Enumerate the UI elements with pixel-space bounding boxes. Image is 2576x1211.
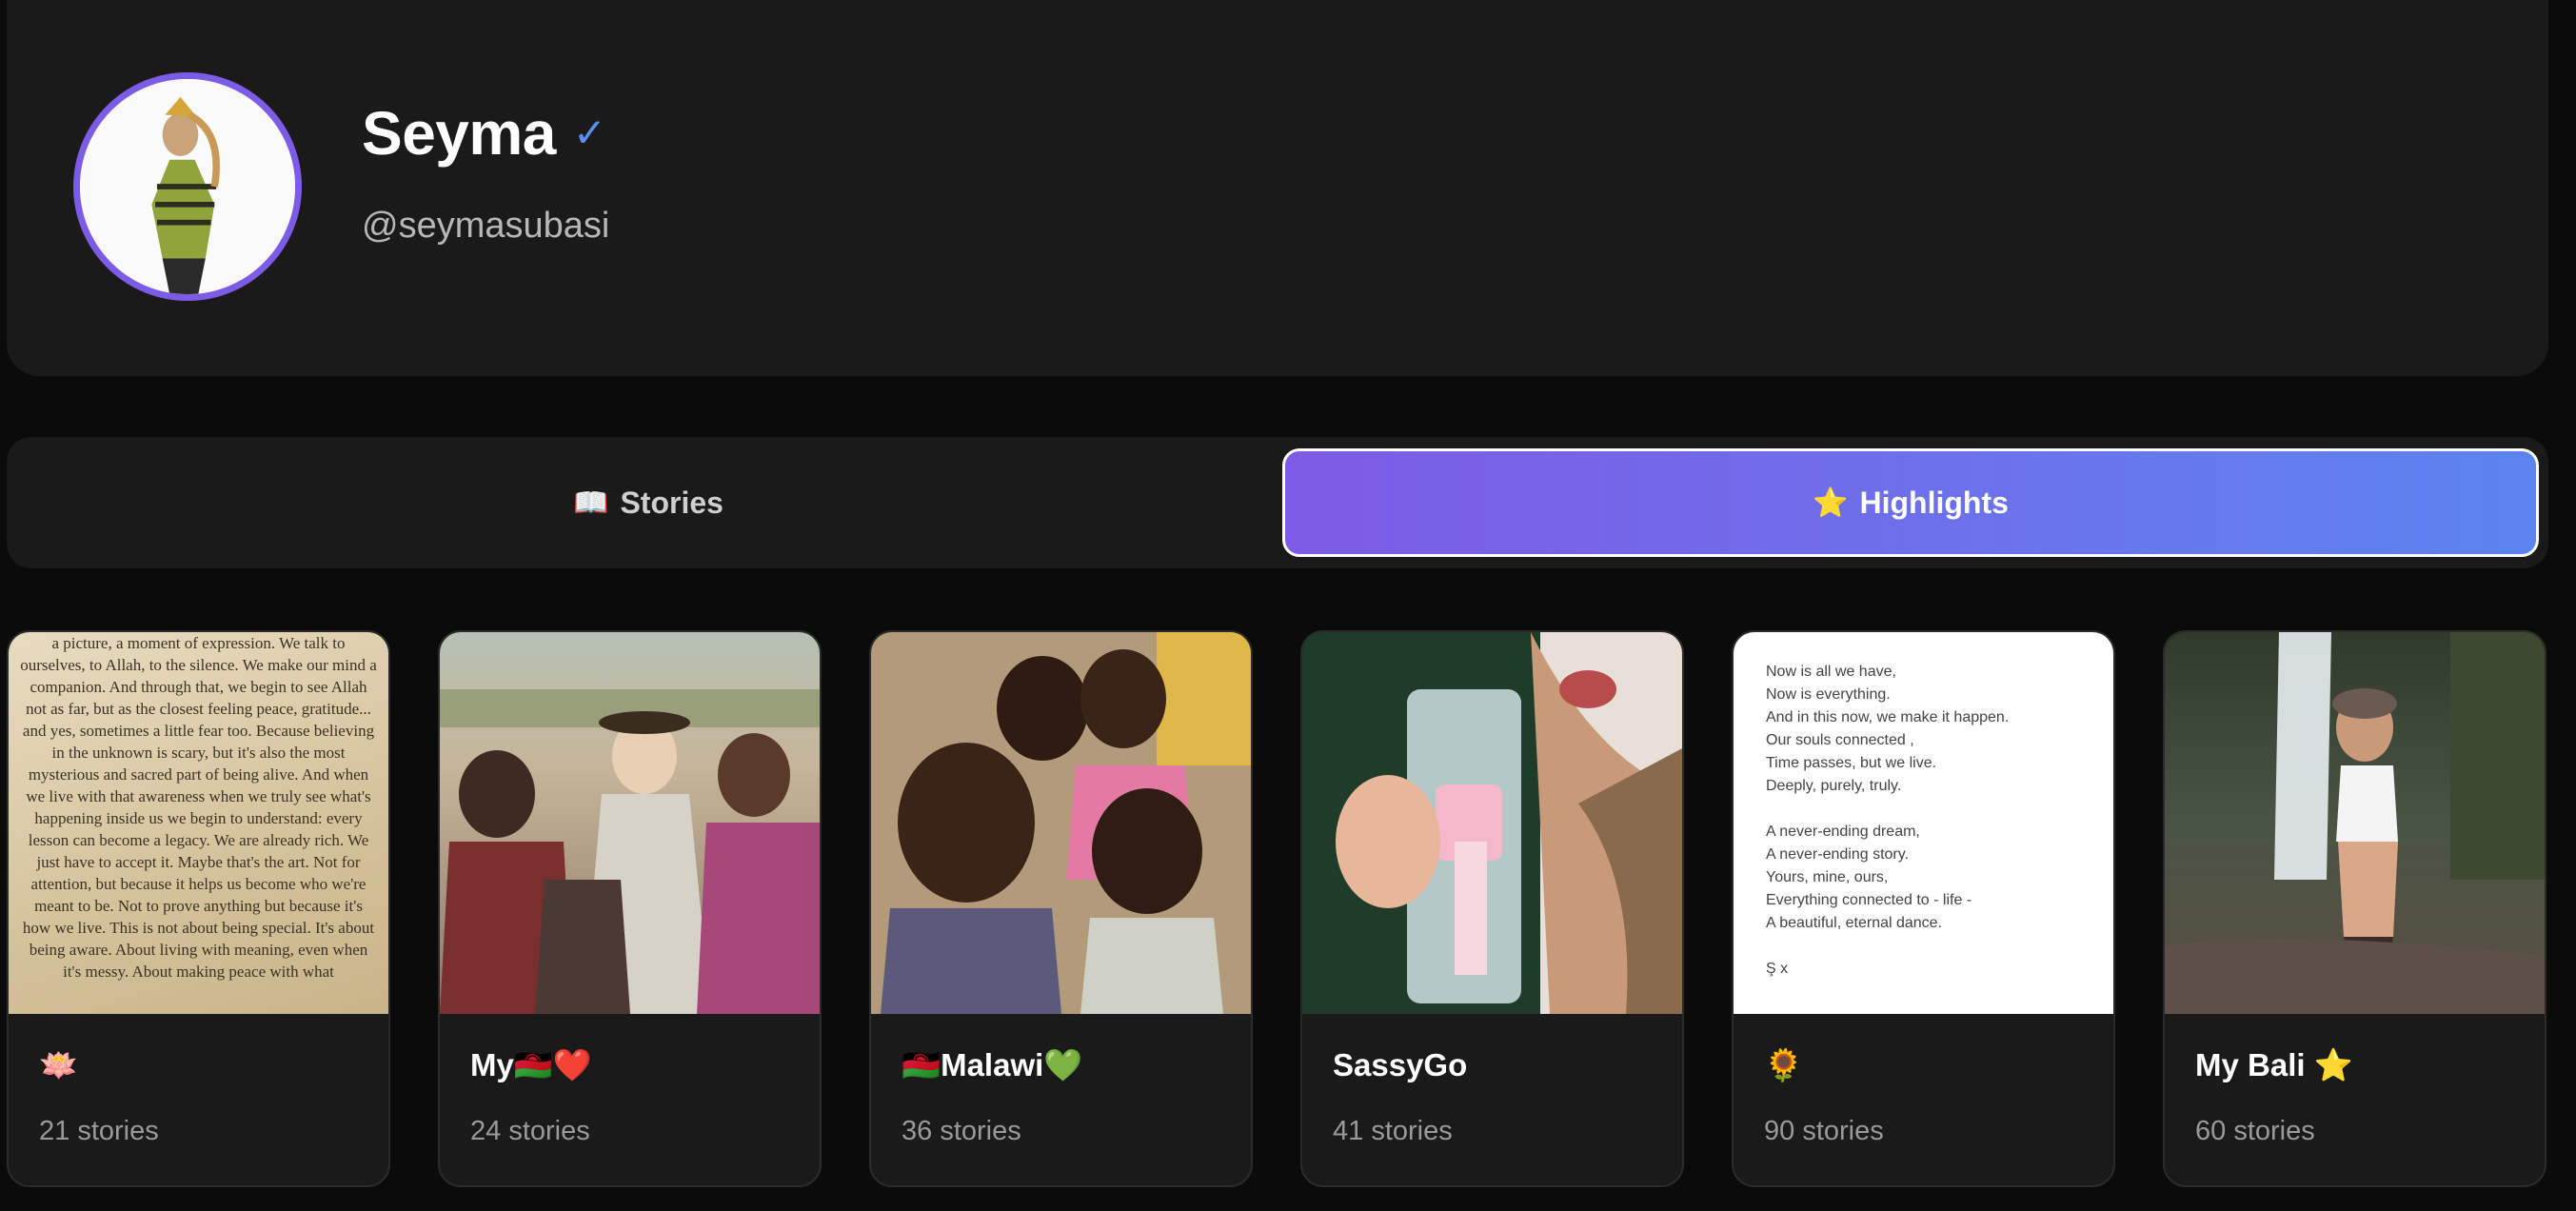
poem-line: Ş x [1766,961,1789,977]
highlight-thumbnail [1302,632,1682,1014]
highlight-thumbnail: Now is all we have, Now is everything. A… [1734,632,2113,1014]
profile-handle: @seymasubasi [362,206,610,246]
poem-line: Everything connected to - life - [1766,892,1972,908]
avatar[interactable] [73,72,302,301]
poem-line: A never-ending story. [1766,846,1910,863]
poem-line: Time passes, but we live. [1766,755,1937,771]
poem-line: A never-ending dream, [1766,824,1920,840]
highlight-title: 🇲🇼Malawi💚 [902,1047,1083,1082]
profile-name: Seyma [362,99,556,168]
highlight-count: 41 stories [1333,1116,1453,1146]
highlight-title: 🌻 [1764,1047,1804,1082]
tab-highlights-label: Highlights [1859,485,2009,520]
poem-line: And in this now, we make it happen. [1766,709,2010,725]
highlight-count: 24 stories [470,1116,590,1146]
highlight-count: 90 stories [1764,1116,1884,1146]
highlight-thumbnail [2165,632,2545,1014]
tab-stories-label: Stories [620,485,723,520]
profile-name-row: Seyma ✓ [362,95,606,171]
poem-line: Our souls connected , [1766,732,1914,748]
book-icon: 📖 [573,486,609,519]
highlight-card[interactable]: My Bali ⭐ 60 stories [2163,630,2546,1187]
highlight-count: 60 stories [2195,1116,2315,1146]
verified-check-icon: ✓ [572,110,607,155]
profile-header: Seyma ✓ @seymasubasi [7,0,2548,376]
thumbnail-text: a picture, a moment of expression. We ta… [20,634,377,981]
highlight-thumbnail: a picture, a moment of expression. We ta… [9,632,388,1014]
highlight-title: SassyGo [1333,1047,1468,1082]
highlight-title: 🪷 [39,1047,79,1082]
highlight-title: My Bali ⭐ [2195,1047,2353,1082]
poem-line [1766,798,2081,821]
highlight-count: 36 stories [902,1116,1021,1146]
tab-bar: 📖 Stories ⭐ Highlights [7,437,2548,568]
tab-stories[interactable]: 📖 Stories [16,448,1280,557]
highlight-count: 21 stories [39,1116,159,1146]
poem-line: Deeply, purely, truly. [1766,778,1902,794]
highlight-card[interactable]: 🇲🇼Malawi💚 36 stories [869,630,1253,1187]
poem-line: A beautiful, eternal dance. [1766,915,1943,931]
highlight-thumbnail [440,632,820,1014]
star-icon: ⭐ [1813,486,1849,519]
highlight-card[interactable]: SassyGo 41 stories [1300,630,1684,1187]
highlight-card[interactable]: a picture, a moment of expression. We ta… [7,630,390,1187]
highlight-title: My🇲🇼❤️ [470,1047,593,1082]
highlights-grid: a picture, a moment of expression. We ta… [7,630,2550,1187]
avatar-image [80,79,295,294]
tab-highlights[interactable]: ⭐ Highlights [1282,448,2539,557]
highlight-card[interactable]: My🇲🇼❤️ 24 stories [438,630,822,1187]
highlight-card[interactable]: Now is all we have, Now is everything. A… [1732,630,2115,1187]
highlight-thumbnail [871,632,1251,1014]
poem-line: Yours, mine, ours, [1766,869,1889,885]
poem-line: Now is all we have, [1766,664,1896,680]
poem-line: Now is everything. [1766,686,1891,703]
poem-line [1766,935,2081,958]
